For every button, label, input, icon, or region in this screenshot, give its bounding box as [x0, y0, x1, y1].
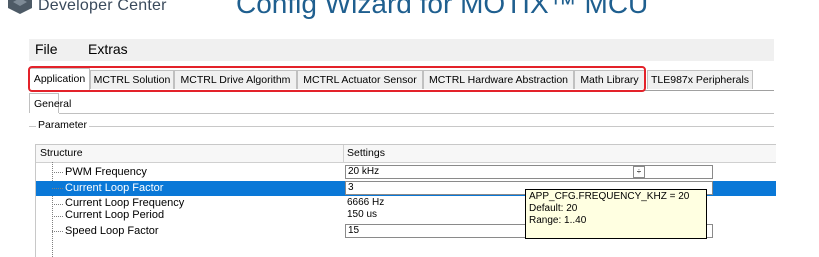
- menu-file[interactable]: File: [35, 41, 58, 57]
- tooltip-macro: APP_CFG.FREQUENCY_KHZ = 20: [529, 191, 690, 202]
- column-separator[interactable]: [343, 145, 344, 162]
- tab-mctrl-hardware-abstraction[interactable]: MCTRL Hardware Abstraction: [423, 70, 574, 89]
- tree-header: Structure Settings: [36, 145, 776, 163]
- pwm-frequency-input[interactable]: 20 kHz: [345, 165, 713, 179]
- tab-mctrl-solution[interactable]: MCTRL Solution: [90, 70, 174, 89]
- row-label: Current Loop Factor: [65, 182, 164, 194]
- tree-connector: [52, 216, 63, 218]
- column-settings[interactable]: Settings: [347, 145, 385, 162]
- tree-connector: [52, 188, 63, 190]
- field-value: 15: [348, 225, 360, 236]
- tab-application[interactable]: Application: [29, 68, 90, 90]
- tree-connector: [52, 231, 63, 233]
- row-label: PWM Frequency: [65, 166, 147, 178]
- brand-label: Developer Center: [38, 0, 167, 14]
- app-title: Config Wizard for MOTIX™ MCU: [236, 0, 649, 19]
- column-structure[interactable]: Structure: [40, 145, 83, 162]
- tab-tle987x-peripherals[interactable]: TLE987x Peripherals: [647, 70, 753, 89]
- parameter-group-border: [29, 126, 774, 127]
- field-value: 3: [348, 182, 354, 193]
- field-value: 20 kHz: [348, 166, 380, 177]
- tooltip-default: Default: 20: [529, 203, 578, 214]
- tab-mctrl-actuator-sensor[interactable]: MCTRL Actuator Sensor: [297, 70, 423, 89]
- tab-mctrl-drive-algorithm[interactable]: MCTRL Drive Algorithm: [174, 70, 297, 89]
- row-label: Current Loop Period: [65, 209, 165, 221]
- tree-row-pwm-frequency[interactable]: PWM Frequency 20 kHz ÷: [36, 165, 776, 180]
- tooltip-range: Range: 1..40: [529, 215, 587, 226]
- row-label: Current Loop Frequency: [65, 197, 185, 209]
- parameter-tooltip: APP_CFG.FREQUENCY_KHZ = 20 Default: 20 R…: [525, 189, 707, 239]
- current-loop-period-value: 150 us: [347, 209, 378, 220]
- parameter-group-label: Parameter: [36, 119, 90, 131]
- tab-math-library[interactable]: Math Library: [574, 70, 645, 89]
- row-label: Speed Loop Factor: [65, 225, 159, 237]
- tree-connector: [52, 172, 63, 174]
- current-loop-frequency-value: 6666 Hz: [347, 197, 385, 208]
- tab-bar: Application MCTRL Solution MCTRL Drive A…: [29, 68, 774, 91]
- app-banner: Developer Center Config Wizard for MOTIX…: [0, 0, 819, 26]
- tree-connector: [52, 204, 63, 206]
- menu-extras[interactable]: Extras: [88, 41, 128, 57]
- subtab-general[interactable]: General: [29, 93, 71, 113]
- developer-center-logo-icon: [8, 0, 32, 14]
- spinner-icon[interactable]: ÷: [633, 166, 645, 178]
- menu-bar: File Extras: [29, 39, 774, 61]
- subtab-divider: [59, 113, 774, 114]
